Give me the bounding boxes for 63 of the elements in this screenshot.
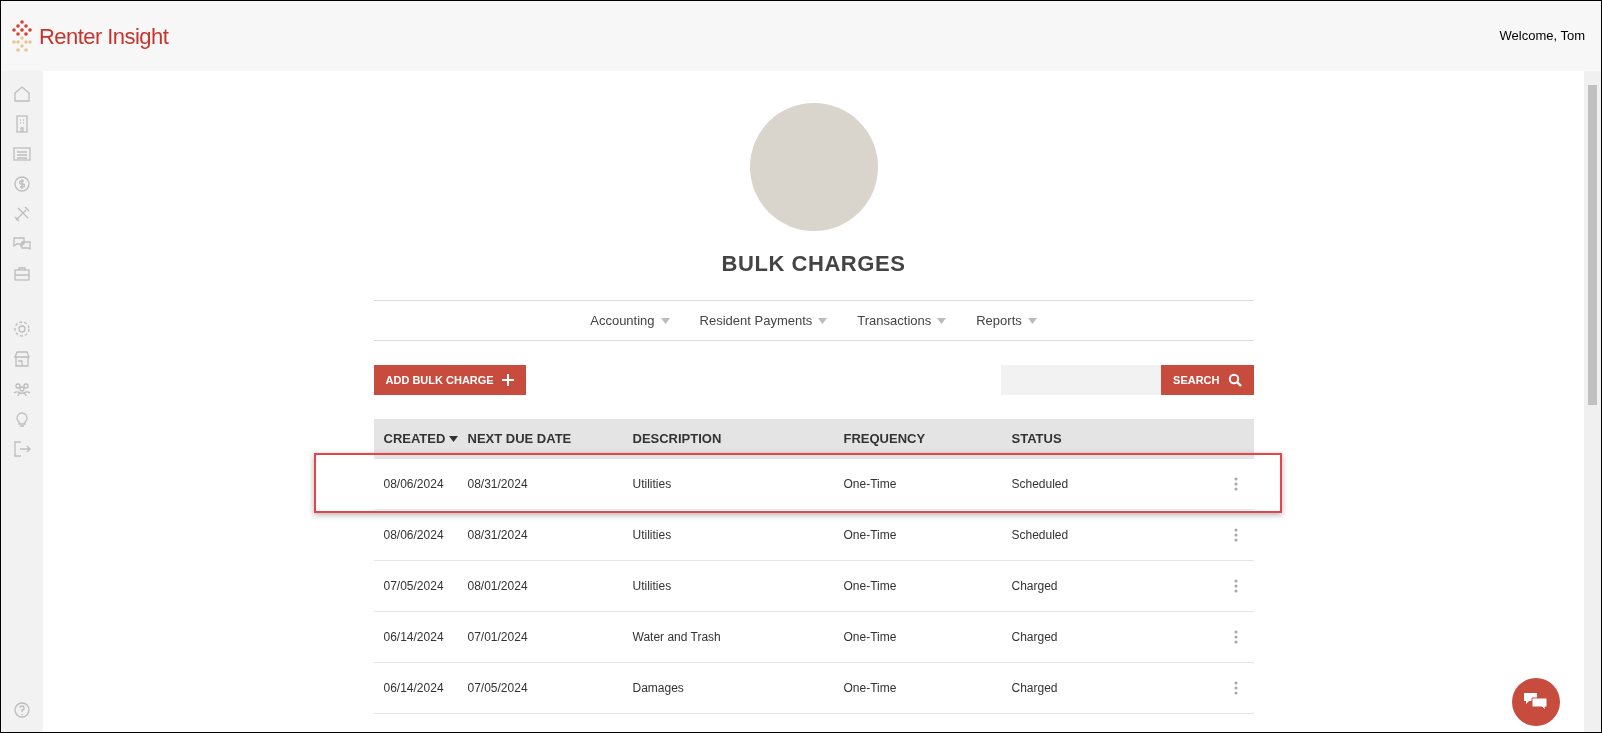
- column-header[interactable]: NEXT DUE DATE: [467, 429, 572, 449]
- list-icon[interactable]: [12, 144, 32, 164]
- nav-menu[interactable]: Resident Payments: [699, 310, 828, 331]
- table-cell: One-Time: [843, 681, 897, 695]
- table-cell: 08/31/2024: [467, 477, 528, 491]
- sort-down-icon[interactable]: [449, 436, 459, 442]
- logo-icon: [9, 19, 35, 53]
- more-options-icon[interactable]: [1233, 528, 1238, 542]
- table-cell: One-Time: [843, 630, 897, 644]
- table-cell: 08/06/2024: [383, 477, 444, 491]
- table-cell: Charged: [1011, 579, 1058, 593]
- logout-icon[interactable]: [12, 439, 32, 459]
- more-options-icon[interactable]: [1233, 630, 1238, 644]
- table-cell: One-Time: [843, 477, 897, 491]
- table-cell: Charged: [1011, 630, 1058, 644]
- column-header[interactable]: DESCRIPTION: [632, 429, 722, 449]
- caret-icon: [1027, 317, 1037, 324]
- brand-name: Renter Insight: [39, 22, 169, 51]
- table-cell: Scheduled: [1011, 477, 1069, 491]
- table-cell: Charged: [1011, 681, 1058, 695]
- nav-menu[interactable]: Transactions: [857, 310, 947, 331]
- column-header[interactable]: STATUS: [1011, 429, 1062, 449]
- table-cell: 07/05/2024: [467, 681, 528, 695]
- settings-icon[interactable]: [12, 319, 32, 339]
- dollar-icon[interactable]: [12, 174, 32, 194]
- column-header[interactable]: CREATED: [383, 429, 446, 449]
- caret-icon: [660, 317, 670, 324]
- nav-menu[interactable]: Accounting: [590, 310, 670, 331]
- table-cell: Utilities: [632, 528, 672, 542]
- table-cell: Utilities: [632, 579, 672, 593]
- table-cell: Damages: [632, 681, 684, 695]
- table-cell: One-Time: [843, 579, 897, 593]
- table-cell: 06/14/2024: [383, 681, 444, 695]
- search-icon: [1227, 373, 1242, 387]
- table-cell: One-Time: [843, 528, 897, 542]
- chat-button[interactable]: [1512, 678, 1560, 726]
- store-icon[interactable]: [12, 349, 32, 369]
- nav-menu[interactable]: Reports: [976, 310, 1037, 331]
- search-field[interactable]: [1001, 365, 1162, 395]
- more-options-icon[interactable]: [1233, 681, 1238, 695]
- table-cell: 07/05/2024: [383, 579, 444, 593]
- help-icon[interactable]: [12, 700, 32, 720]
- briefcase-icon[interactable]: [12, 264, 32, 284]
- more-options-icon[interactable]: [1233, 477, 1238, 491]
- table-cell: 06/14/2024: [383, 630, 444, 644]
- welcome-text: Welcome, Tom: [1499, 27, 1585, 46]
- more-options-icon[interactable]: [1233, 579, 1238, 593]
- caret-icon: [937, 317, 947, 324]
- home-icon[interactable]: [12, 84, 32, 104]
- plus-icon: [501, 374, 514, 386]
- caret-icon: [818, 317, 828, 324]
- table-cell: 08/01/2024: [467, 579, 528, 593]
- table-cell: 08/06/2024: [383, 528, 444, 542]
- table-cell: Utilities: [632, 477, 672, 491]
- table-cell: Scheduled: [1011, 528, 1069, 542]
- table-cell: Water and Trash: [632, 630, 721, 644]
- table-cell: 08/31/2024: [467, 528, 528, 542]
- column-header[interactable]: FREQUENCY: [843, 429, 926, 449]
- page-title: BULK CHARGES: [721, 250, 906, 278]
- add-bulk-charge-button[interactable]: ADD BULK CHARGE: [373, 365, 526, 395]
- search-button[interactable]: SEARCH: [1161, 365, 1254, 395]
- scrollbar[interactable]: [1584, 71, 1601, 732]
- table-cell: 07/01/2024: [467, 630, 528, 644]
